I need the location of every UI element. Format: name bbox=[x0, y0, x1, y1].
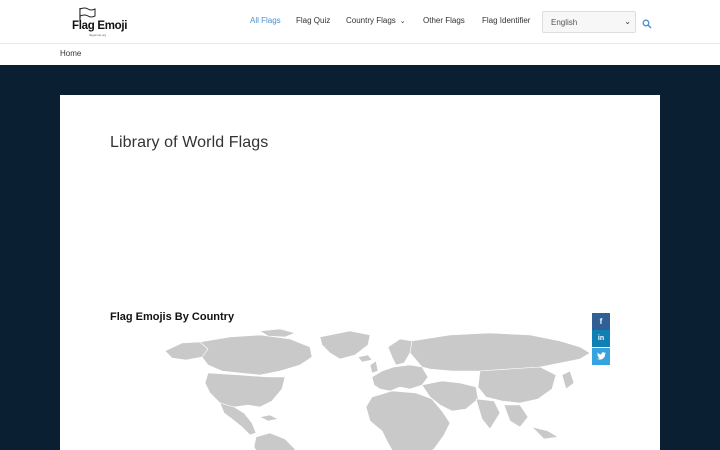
language-select[interactable]: English ⌄ bbox=[542, 11, 636, 33]
site-logo[interactable]: Flag Emoji flagemoji.org bbox=[71, 7, 127, 37]
map-region-russia[interactable] bbox=[409, 332, 591, 372]
twitter-share-button[interactable] bbox=[592, 348, 610, 365]
nav-flag-identifier[interactable]: Flag Identifier bbox=[482, 16, 530, 25]
map-region-south-america[interactable] bbox=[253, 432, 296, 450]
chevron-down-icon: ⌄ bbox=[624, 17, 631, 26]
map-region-europe[interactable] bbox=[371, 364, 429, 392]
section-title: Flag Emojis By Country bbox=[110, 311, 235, 323]
search-icon bbox=[642, 19, 652, 29]
nav-flag-quiz[interactable]: Flag Quiz bbox=[296, 16, 330, 25]
breadcrumb: Home bbox=[0, 44, 720, 65]
map-region-china[interactable] bbox=[477, 366, 557, 404]
facebook-icon: f bbox=[599, 317, 603, 326]
map-region-islands-asia[interactable] bbox=[531, 426, 559, 440]
map-region-caribbean[interactable] bbox=[259, 414, 279, 422]
map-region-scandinavia[interactable] bbox=[387, 338, 413, 366]
search-button[interactable] bbox=[642, 16, 654, 29]
map-region-india[interactable] bbox=[475, 398, 501, 430]
flag-logo-icon bbox=[79, 7, 96, 21]
chevron-down-icon: ⌄ bbox=[399, 18, 406, 25]
language-selected: English bbox=[551, 18, 578, 27]
twitter-icon bbox=[596, 352, 606, 360]
nav-country-flags-label: Country Flags bbox=[346, 16, 396, 25]
breadcrumb-home[interactable]: Home bbox=[60, 49, 81, 58]
nav-all-flags[interactable]: All Flags bbox=[250, 16, 281, 25]
map-region-canada[interactable] bbox=[199, 334, 313, 376]
site-header: Flag Emoji flagemoji.org All Flags Flag … bbox=[0, 0, 720, 44]
map-region-mexico[interactable] bbox=[219, 402, 257, 436]
map-region-japan[interactable] bbox=[561, 370, 575, 390]
world-map[interactable] bbox=[160, 327, 610, 450]
nav-country-flags[interactable]: Country Flags ⌄ bbox=[346, 16, 406, 25]
facebook-share-button[interactable]: f bbox=[592, 313, 610, 330]
map-region-alaska[interactable] bbox=[164, 341, 209, 361]
page-title: Library of World Flags bbox=[110, 134, 269, 151]
linkedin-icon: in bbox=[597, 335, 605, 342]
map-region-usa[interactable] bbox=[204, 372, 286, 408]
map-region-greenland[interactable] bbox=[319, 330, 371, 360]
logo-subtext: flagemoji.org bbox=[89, 33, 107, 37]
map-region-uk[interactable] bbox=[369, 360, 379, 374]
linkedin-share-button[interactable]: in bbox=[592, 330, 610, 347]
map-region-southeast-asia[interactable] bbox=[503, 404, 529, 428]
logo-text: Flag Emoji bbox=[72, 20, 128, 32]
content-card: Library of World Flags Flag Emojis By Co… bbox=[60, 95, 660, 450]
nav-other-flags[interactable]: Other Flags bbox=[423, 16, 465, 25]
map-region-iceland[interactable] bbox=[357, 354, 373, 363]
